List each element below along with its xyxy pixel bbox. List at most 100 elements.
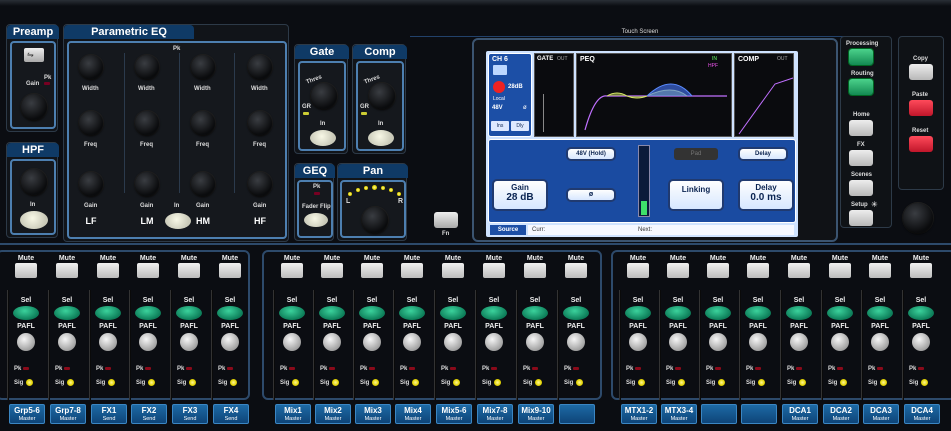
pafl-button[interactable] xyxy=(99,333,117,351)
pafl-button[interactable] xyxy=(180,333,198,351)
lf-gain-knob[interactable] xyxy=(79,172,103,196)
strip-name-button[interactable]: DCA2 Master xyxy=(823,404,859,424)
strip-name-button[interactable]: FX1 Send xyxy=(91,404,127,424)
sel-button[interactable] xyxy=(279,306,305,320)
strip-name-button[interactable] xyxy=(741,404,777,424)
strip-name-button[interactable]: DCA1 Master xyxy=(782,404,818,424)
pafl-button[interactable] xyxy=(709,333,727,351)
comp-thres-knob[interactable] xyxy=(369,83,395,109)
hm-gain-knob[interactable] xyxy=(191,172,215,196)
sel-button[interactable] xyxy=(522,306,548,320)
lm-gain-knob[interactable] xyxy=(135,172,159,196)
hf-gain-knob[interactable] xyxy=(248,172,272,196)
lf-freq-knob[interactable] xyxy=(79,111,103,135)
gate-graph[interactable]: GATE OUT xyxy=(534,53,574,137)
dly-tab[interactable]: Dly xyxy=(511,121,529,131)
strip-name-button[interactable]: Mix1 Master xyxy=(275,404,311,424)
strip-name-button[interactable]: Mix3 Master xyxy=(355,404,391,424)
paste-button[interactable] xyxy=(909,100,933,116)
strip-name-button[interactable]: FX2 Send xyxy=(131,404,167,424)
pafl-button[interactable] xyxy=(871,333,889,351)
sel-button[interactable] xyxy=(399,306,425,320)
source-tab[interactable]: Source xyxy=(490,225,526,235)
strip-name-button[interactable]: FX3 Send xyxy=(172,404,208,424)
mute-button[interactable] xyxy=(667,263,689,278)
pafl-button[interactable] xyxy=(363,333,381,351)
scenes-button[interactable] xyxy=(849,180,873,196)
strip-name-button[interactable]: DCA4 Master xyxy=(904,404,940,424)
copy-button[interactable] xyxy=(909,64,933,80)
pafl-button[interactable] xyxy=(283,333,301,351)
processing-button[interactable] xyxy=(849,49,873,65)
polarity-button[interactable]: ø xyxy=(566,188,616,202)
pafl-button[interactable] xyxy=(629,333,647,351)
mute-button[interactable] xyxy=(219,263,241,278)
sel-button[interactable] xyxy=(867,306,893,320)
mute-button[interactable] xyxy=(178,263,200,278)
pafl-button[interactable] xyxy=(403,333,421,351)
strip-name-button[interactable]: MTX3-4 Master xyxy=(661,404,697,424)
hm-width-knob[interactable] xyxy=(191,55,215,79)
mute-button[interactable] xyxy=(627,263,649,278)
sel-button[interactable] xyxy=(54,306,80,320)
ins-tab[interactable]: Ins xyxy=(491,121,509,131)
sel-button[interactable] xyxy=(319,306,345,320)
sel-button[interactable] xyxy=(827,306,853,320)
sel-button[interactable] xyxy=(359,306,385,320)
strip-name-button[interactable]: Mix4 Master xyxy=(395,404,431,424)
reset-button[interactable] xyxy=(909,136,933,152)
pafl-button[interactable] xyxy=(669,333,687,351)
comp-in-button[interactable] xyxy=(368,130,394,146)
mute-button[interactable] xyxy=(281,263,303,278)
sel-button[interactable] xyxy=(95,306,121,320)
hpf-freq-knob[interactable] xyxy=(21,169,47,195)
peq-in-button[interactable] xyxy=(165,213,191,229)
strip-name-button[interactable]: Mix7-8 Master xyxy=(477,404,513,424)
strip-name-button[interactable]: Grp7-8 Master xyxy=(50,404,86,424)
pad-button[interactable]: Pad xyxy=(674,148,718,160)
hm-freq-knob[interactable] xyxy=(191,111,215,135)
pafl-button[interactable] xyxy=(139,333,157,351)
pafl-button[interactable] xyxy=(749,333,767,351)
mute-button[interactable] xyxy=(869,263,891,278)
pafl-button[interactable] xyxy=(444,333,462,351)
mute-button[interactable] xyxy=(361,263,383,278)
strip-name-button[interactable]: MTX1-2 Master xyxy=(621,404,657,424)
strip-name-button[interactable]: DCA3 Master xyxy=(863,404,899,424)
sel-button[interactable] xyxy=(563,306,589,320)
mute-button[interactable] xyxy=(401,263,423,278)
routing-button[interactable] xyxy=(849,79,873,95)
sel-button[interactable] xyxy=(13,306,39,320)
hf-width-knob[interactable] xyxy=(248,55,272,79)
mute-button[interactable] xyxy=(137,263,159,278)
sel-button[interactable] xyxy=(705,306,731,320)
pafl-button[interactable] xyxy=(221,333,239,351)
pafl-button[interactable] xyxy=(17,333,35,351)
sel-button[interactable] xyxy=(786,306,812,320)
sel-button[interactable] xyxy=(481,306,507,320)
pafl-button[interactable] xyxy=(790,333,808,351)
sel-button[interactable] xyxy=(908,306,934,320)
mute-button[interactable] xyxy=(56,263,78,278)
strip-name-button[interactable]: Grp5-6 Master xyxy=(9,404,45,424)
gate-in-button[interactable] xyxy=(310,130,336,146)
home-button[interactable] xyxy=(849,120,873,136)
mute-button[interactable] xyxy=(524,263,546,278)
mute-button[interactable] xyxy=(15,263,37,278)
mute-button[interactable] xyxy=(321,263,343,278)
preamp-gain-knob[interactable] xyxy=(21,94,47,120)
mute-button[interactable] xyxy=(442,263,464,278)
mute-button[interactable] xyxy=(565,263,587,278)
mute-button[interactable] xyxy=(910,263,932,278)
mute-button[interactable] xyxy=(747,263,769,278)
sel-button[interactable] xyxy=(217,306,243,320)
phantom-48v-button[interactable]: 48V (Hold) xyxy=(566,147,616,161)
mute-button[interactable] xyxy=(97,263,119,278)
strip-name-button[interactable] xyxy=(701,404,737,424)
delay-toggle-button[interactable]: Delay xyxy=(738,147,788,161)
hpf-in-button[interactable] xyxy=(20,211,48,229)
strip-name-button[interactable] xyxy=(559,404,595,424)
peq-graph[interactable]: PEQ IN HPF xyxy=(576,53,732,137)
sel-button[interactable] xyxy=(176,306,202,320)
strip-name-button[interactable]: Mix2 Master xyxy=(315,404,351,424)
